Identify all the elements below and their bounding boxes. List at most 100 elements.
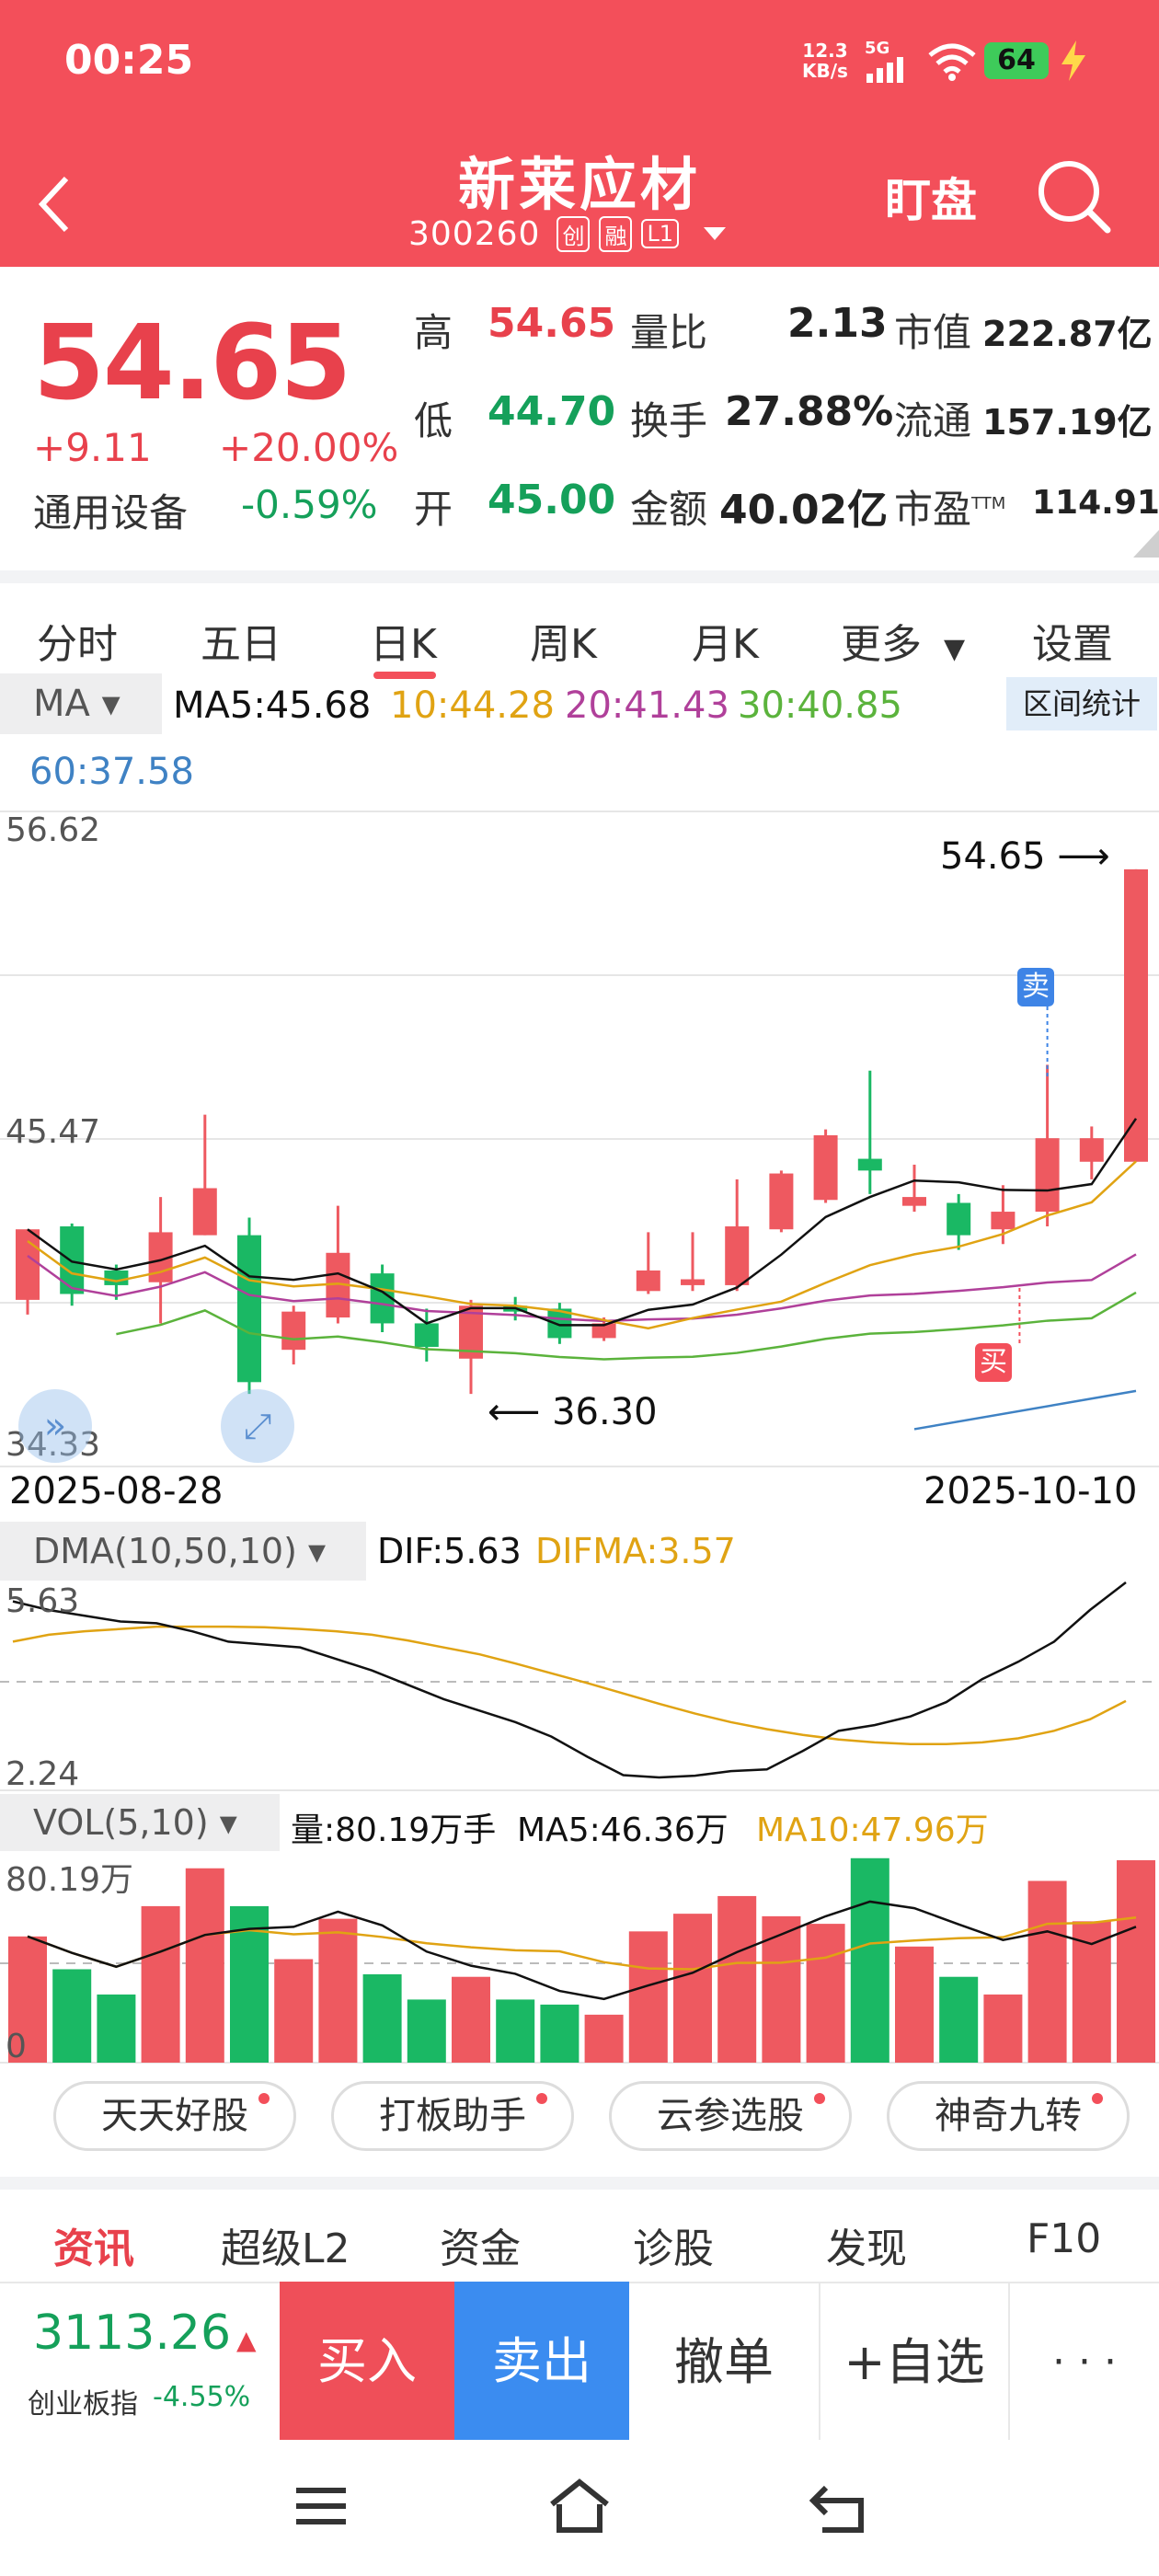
quote-panel: 54.65 +9.11 +20.00% 通用设备 -0.59% 高 54.65 …	[0, 267, 1159, 570]
volume-bar	[895, 1946, 934, 2063]
dif-line	[12, 1581, 1127, 1779]
scroll-left-button[interactable]: »	[18, 1389, 92, 1463]
volume-bar	[762, 1915, 801, 2063]
watch-button[interactable]: 盯盘	[885, 164, 977, 230]
search-icon[interactable]	[1034, 156, 1113, 236]
period-tabs: 分时 五日 日K 周K 月K 更多 ▼ 设置	[0, 570, 1159, 679]
fullscreen-icon[interactable]: ⤢	[221, 1389, 294, 1463]
volume-bar	[407, 1999, 446, 2063]
min-price-label: ⟵ 36.30	[488, 1391, 658, 1433]
volume-bar	[983, 1994, 1023, 2063]
tab-news[interactable]: 资讯	[53, 2215, 134, 2274]
tab-five-day[interactable]: 五日	[201, 611, 281, 670]
candle-body	[725, 1226, 750, 1285]
status-net-speed: 12.3 KB/s	[802, 40, 848, 82]
date-start: 2025-08-28	[9, 1470, 224, 1512]
dma-y-bot: 2.24	[6, 1755, 80, 1793]
dropdown-icon	[704, 227, 727, 240]
volume-bar	[628, 1931, 668, 2063]
index-name: 创业板指	[28, 2388, 138, 2421]
index-value: 3113.26 ▲	[33, 2306, 257, 2361]
pe-value: 114.91	[1032, 484, 1159, 522]
volume-bar	[52, 1969, 92, 2063]
tab-minute[interactable]: 分时	[37, 611, 118, 670]
buy-marker[interactable]: 买	[975, 1343, 1012, 1382]
tab-super-l2[interactable]: 超级L2	[221, 2215, 350, 2274]
candle-body	[104, 1270, 129, 1285]
candle-body	[414, 1323, 439, 1347]
volume-bar	[673, 1914, 712, 2063]
volume-bar	[584, 2014, 624, 2063]
tab-settings[interactable]: 设置	[1032, 611, 1113, 670]
kline-y-top: 56.62	[6, 811, 101, 849]
home-icon[interactable]	[546, 2477, 613, 2536]
stock-code-row[interactable]: 300260 创 融 L1	[408, 213, 729, 254]
stock-title: 新莱应材	[457, 151, 701, 218]
tab-daily-k[interactable]: 日K	[370, 611, 437, 670]
candle-body	[857, 1158, 882, 1171]
tab-f10[interactable]: F10	[1027, 2215, 1101, 2262]
low-value: 44.70	[488, 388, 616, 435]
amount-value: 40.02亿	[719, 487, 889, 534]
candle-body	[60, 1226, 85, 1294]
tool-magic-nine[interactable]: 神奇九转	[887, 2081, 1130, 2151]
back-nav-icon[interactable]	[808, 2480, 868, 2536]
badge-chuang: 创	[557, 215, 591, 252]
buy-button[interactable]: 买入	[280, 2282, 454, 2442]
charging-icon	[1061, 40, 1085, 81]
cancel-order-button[interactable]: 撤单	[629, 2283, 820, 2442]
tab-more[interactable]: 更多 ▼	[841, 611, 965, 670]
candle-body	[769, 1173, 794, 1230]
sell-button[interactable]: 卖出	[454, 2282, 629, 2442]
high-value: 54.65	[488, 300, 616, 347]
candle-body	[1124, 868, 1148, 1162]
last-price: 54.65	[33, 304, 351, 423]
info-tabs: 资讯 超级L2 资金 诊股 发现 F10	[0, 2190, 1159, 2282]
difma-line	[12, 1625, 1127, 1745]
status-time: 00:25	[64, 37, 194, 84]
float-label: 流通	[894, 398, 972, 443]
candle-body	[636, 1270, 660, 1292]
turnover-label: 换手	[630, 398, 708, 443]
badge-l1: L1	[641, 219, 680, 248]
vol-ma10-value: MA10:47.96万	[756, 1811, 989, 1849]
app-header: 00:25 12.3 KB/s 5G 64 新莱应材 300260 创 融 L1 …	[0, 0, 1159, 267]
tool-daily-picks[interactable]: 天天好股	[53, 2081, 296, 2151]
tool-limit-helper[interactable]: 打板助手	[331, 2081, 574, 2151]
index-ticker[interactable]: 3113.26 ▲ 创业板指 -4.55%	[0, 2283, 280, 2442]
tool-cloud-picker[interactable]: 云参选股	[609, 2081, 852, 2151]
candle-body	[947, 1202, 971, 1236]
menu-icon[interactable]	[293, 2482, 350, 2530]
sector-name[interactable]: 通用设备	[33, 482, 188, 538]
volume-bar	[274, 1959, 314, 2063]
dma-selector[interactable]: DMA(10,50,10) ▾	[0, 1522, 366, 1581]
high-label: 高	[414, 310, 453, 355]
tab-monthly-k[interactable]: 月K	[692, 611, 759, 670]
tab-funds[interactable]: 资金	[440, 2215, 521, 2274]
candle-body	[192, 1188, 217, 1236]
sell-marker[interactable]: 卖	[1017, 968, 1054, 1006]
vol-selector[interactable]: VOL(5,10) ▾	[0, 1794, 280, 1851]
corner-expand-icon[interactable]	[1133, 530, 1159, 558]
candle-body	[237, 1235, 261, 1383]
up-arrow-icon: ▲	[236, 2325, 257, 2355]
dma-y-top: 5.63	[6, 1582, 80, 1620]
open-value: 45.00	[488, 477, 616, 523]
vol-ratio-label: 量比	[630, 310, 708, 355]
tab-weekly-k[interactable]: 周K	[530, 611, 597, 670]
volume-bar	[939, 1976, 979, 2063]
add-watchlist-button[interactable]: +自选	[820, 2283, 1010, 2442]
tab-discover[interactable]: 发现	[826, 2215, 907, 2274]
index-pct: -4.55%	[153, 2381, 251, 2413]
candle-body	[681, 1279, 705, 1285]
back-icon[interactable]	[37, 175, 74, 234]
price-change-pct: +20.00%	[219, 425, 399, 470]
sector-change: -0.59%	[241, 482, 378, 527]
volume-bar	[362, 1973, 402, 2063]
more-dropdown-icon: ▼	[944, 633, 966, 665]
chart-area: MA ▾ MA5:45.68 10:44.28 20:41.43 30:40.8…	[0, 673, 1159, 2081]
tab-diagnosis[interactable]: 诊股	[633, 2215, 714, 2274]
more-actions-button[interactable]: · · ·	[1010, 2283, 1159, 2442]
candle-body	[902, 1197, 926, 1206]
battery-icon: 64	[984, 42, 1049, 79]
